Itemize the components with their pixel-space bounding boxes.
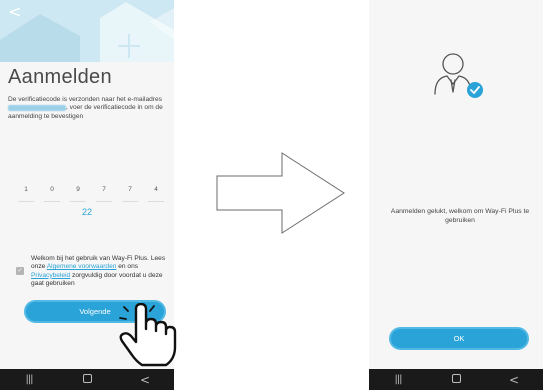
terms-link[interactable]: Algemene voorwaarden bbox=[47, 263, 117, 270]
code-digit[interactable]: 7 bbox=[122, 186, 138, 202]
code-digit[interactable]: 4 bbox=[148, 186, 164, 202]
ok-button[interactable]: OK bbox=[389, 327, 529, 350]
verified-badge-icon bbox=[467, 82, 483, 98]
home-button[interactable] bbox=[441, 373, 471, 386]
pointing-hand-icon bbox=[119, 303, 177, 367]
house-illustration-icon bbox=[0, 0, 174, 62]
home-button[interactable] bbox=[72, 373, 102, 386]
checkbox-icon[interactable]: ✓ bbox=[16, 267, 24, 275]
back-icon[interactable]: < bbox=[8, 4, 21, 20]
page-title: Aanmelden bbox=[8, 66, 112, 88]
consent-text: Welkom bij het gebruik van Way-Fi Plus. … bbox=[31, 255, 166, 287]
consent-row: ✓ Welkom bij het gebruik van Way-Fi Plus… bbox=[16, 255, 172, 288]
code-digit[interactable]: 9 bbox=[70, 186, 86, 202]
user-avatar-icon bbox=[434, 53, 483, 98]
redacted-email bbox=[8, 104, 66, 111]
system-navbar: ||| < bbox=[0, 369, 174, 390]
nav-back-icon[interactable]: < bbox=[130, 373, 160, 387]
code-digit[interactable]: 0 bbox=[44, 186, 60, 202]
right-arrow-icon bbox=[216, 152, 345, 234]
verification-description: De verificatiecode is verzonden naar het… bbox=[8, 96, 163, 120]
success-screen: Aanmelden gelukt, welkom om Way-Fi Plus … bbox=[369, 0, 543, 390]
home-icon bbox=[82, 373, 92, 383]
resend-countdown: 22 bbox=[81, 207, 92, 217]
code-digit[interactable]: 1 bbox=[18, 186, 34, 202]
nav-back-icon[interactable]: < bbox=[499, 373, 529, 387]
system-navbar: ||| < bbox=[369, 369, 543, 390]
code-digit[interactable]: 7 bbox=[96, 186, 112, 202]
recents-icon[interactable]: ||| bbox=[14, 374, 44, 385]
home-icon bbox=[451, 373, 461, 383]
privacy-link[interactable]: Privacybeleid bbox=[31, 272, 70, 279]
verification-code-input[interactable]: 1 0 9 7 7 4 bbox=[18, 186, 164, 202]
recents-icon[interactable]: ||| bbox=[383, 374, 413, 385]
success-message: Aanmelden gelukt, welkom om Way-Fi Plus … bbox=[390, 208, 530, 224]
